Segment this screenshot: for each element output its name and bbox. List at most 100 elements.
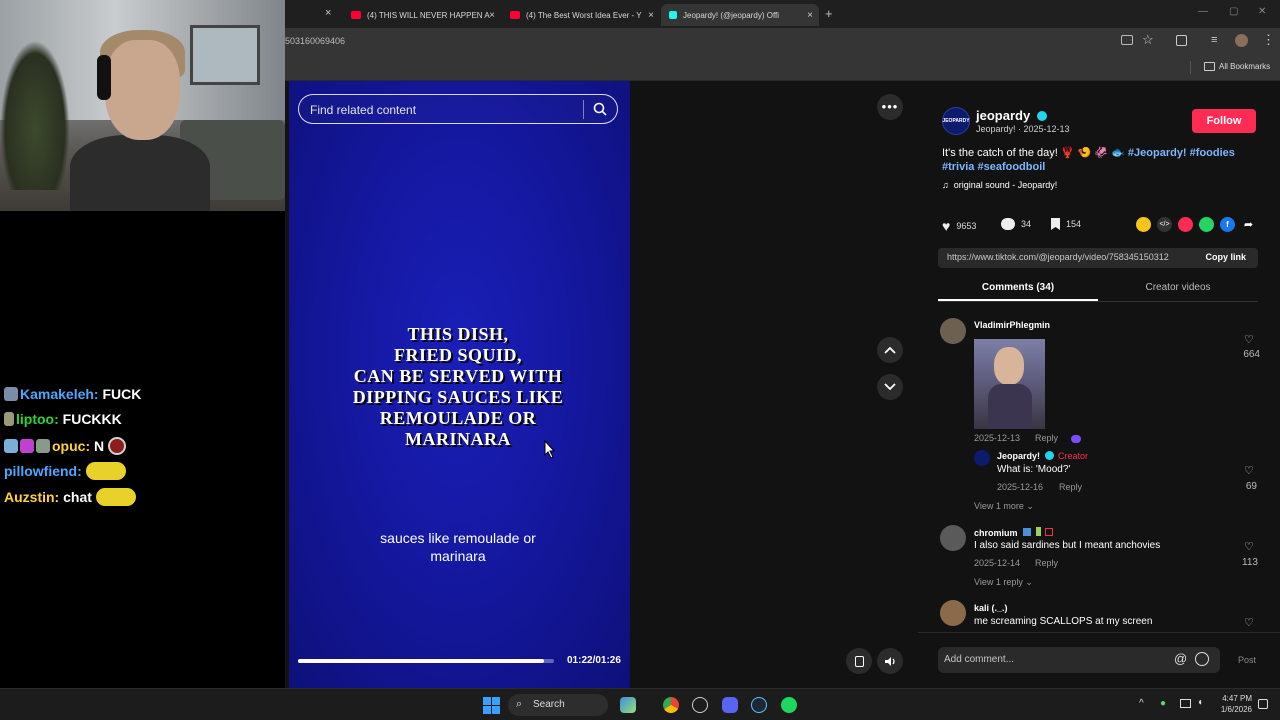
comment-gif-image[interactable] [974, 339, 1045, 429]
discord-icon[interactable] [722, 697, 738, 713]
chat-username[interactable]: pillowfiend: [4, 463, 82, 479]
chrome-icon[interactable] [663, 697, 679, 713]
next-video-button[interactable] [877, 374, 903, 400]
bookmark-icon[interactable] [1051, 218, 1060, 230]
author-avatar[interactable]: JEOPARDY [942, 107, 970, 135]
all-bookmarks-link[interactable]: All Bookmarks [1219, 62, 1270, 71]
windows-start-icon[interactable] [483, 697, 500, 714]
hashtag-link[interactable]: #Jeopardy! [1128, 147, 1187, 159]
view-more-text[interactable]: View 1 more [974, 501, 1024, 511]
taskbar-time[interactable]: 4:47 PM [1218, 694, 1252, 703]
tab-youtube-2[interactable]: (4) The Best Worst Idea Ever - Y × [502, 4, 660, 26]
tab-tiktok-active[interactable]: Jeopardy! (@jeopardy) Offi × [661, 4, 819, 26]
microphone-icon[interactable]: ● [1160, 698, 1166, 709]
speaker-icon[interactable]: ◖ [1197, 697, 1203, 708]
tab-creator-videos[interactable]: Creator videos [1098, 282, 1258, 293]
notification-icon[interactable] [1258, 699, 1268, 709]
close-window-button[interactable]: ✕ [1258, 6, 1266, 17]
volume-button[interactable] [877, 648, 903, 674]
taskbar-search[interactable]: ⌕ Search [508, 694, 608, 716]
coin-icon[interactable] [1136, 217, 1151, 232]
creator-reply-name[interactable]: Jeopardy! Creator [997, 451, 1088, 461]
heart-icon[interactable]: ♥ [942, 218, 950, 234]
repost-icon[interactable] [1178, 217, 1193, 232]
video-link-text[interactable]: https://www.tiktok.com/@jeopardy/video/7… [947, 252, 1193, 262]
commenter-avatar[interactable] [940, 525, 966, 551]
video-progress-bar[interactable] [298, 659, 554, 663]
share-arrow-icon[interactable]: ➦ [1241, 217, 1256, 232]
profile-avatar[interactable] [1235, 34, 1248, 47]
chat-username[interactable]: liptoo: [16, 411, 59, 427]
mention-icon[interactable]: @ [1174, 651, 1187, 666]
more-options-button[interactable]: ••• [877, 94, 903, 120]
author-username[interactable]: jeopardy [976, 108, 1047, 123]
comment-bubble-icon[interactable] [1001, 218, 1015, 230]
view-more-replies[interactable]: View 1 more ⌄ [974, 501, 1034, 512]
like-stat[interactable]: ♥ 9653 [942, 218, 976, 234]
reply-button[interactable]: Reply [1035, 433, 1058, 443]
find-related-search[interactable]: Find related content [298, 94, 618, 124]
minimize-button[interactable]: — [1198, 6, 1208, 17]
comment-stat[interactable]: 34 [1001, 218, 1031, 230]
tab-comments[interactable]: Comments (34) [938, 282, 1098, 293]
reply-button[interactable]: Reply [1035, 558, 1058, 568]
extensions-icon[interactable] [1176, 35, 1187, 46]
add-comment-field[interactable]: Add comment... @ [938, 647, 1220, 673]
commenter-name[interactable]: VladimirPhlegmin [974, 320, 1050, 330]
new-tab-button[interactable]: + [825, 6, 833, 21]
address-bar[interactable]: 503160069406 ☆ ≡ ⋮ [285, 28, 1280, 55]
embed-icon[interactable]: </> [1157, 217, 1172, 232]
tab-close-icon[interactable]: × [325, 7, 331, 19]
pip-button[interactable] [846, 648, 872, 674]
follow-button[interactable]: Follow [1192, 109, 1256, 133]
taskbar-search-label[interactable]: Search [533, 699, 565, 710]
tray-chevron-up-icon[interactable]: ^ [1139, 698, 1144, 709]
tab-youtube-1[interactable]: (4) THIS WILL NEVER HAPPEN A × [343, 4, 501, 26]
hashtag-link[interactable]: #foodies [1190, 147, 1235, 159]
reply-button[interactable]: Reply [1059, 482, 1082, 492]
search-input[interactable]: Find related content [310, 103, 416, 117]
url-text[interactable]: 503160069406 [285, 36, 345, 46]
emoji-icon[interactable] [1195, 652, 1209, 666]
tab-close-icon[interactable]: × [648, 10, 654, 21]
network-icon[interactable] [1180, 699, 1191, 708]
steam-icon[interactable] [751, 697, 767, 713]
save-stat[interactable]: 154 [1051, 218, 1081, 230]
media-controls-icon[interactable]: ≡ [1211, 34, 1217, 46]
commenter-avatar[interactable] [940, 318, 966, 344]
comment-like-icon[interactable]: ♡ [1244, 333, 1254, 346]
obs-icon[interactable] [692, 697, 708, 713]
copy-link-button[interactable]: Copy link [1205, 252, 1246, 262]
whatsapp-icon[interactable] [1199, 217, 1214, 232]
previous-video-button[interactable] [877, 337, 903, 363]
chat-username[interactable]: Kamakeleh: [20, 386, 99, 402]
bookmark-star-icon[interactable]: ☆ [1142, 32, 1154, 48]
view-replies-text[interactable]: View 1 reply [974, 577, 1023, 587]
comment-like-icon[interactable]: ♡ [1244, 616, 1254, 629]
commenter-name[interactable]: kali (._.) [974, 603, 1008, 613]
chat-username[interactable]: opuc: [52, 438, 90, 454]
maximize-button[interactable]: ▢ [1229, 6, 1238, 17]
tab-close-icon[interactable]: × [489, 10, 495, 21]
search-icon[interactable] [593, 102, 607, 116]
username-text[interactable]: jeopardy [976, 108, 1030, 123]
spotify-icon[interactable] [781, 697, 797, 713]
menu-kebab-icon[interactable]: ⋮ [1262, 32, 1275, 48]
comment-like-icon[interactable]: ♡ [1244, 540, 1254, 553]
post-comment-button[interactable]: Post [1238, 655, 1256, 665]
sound-text[interactable]: original sound - Jeopardy! [954, 180, 1058, 190]
commenter-name[interactable]: chromium [974, 527, 1054, 538]
cast-icon[interactable] [1121, 35, 1133, 45]
comment-input[interactable]: Add comment... [944, 654, 1014, 665]
tab-close-icon[interactable]: × [807, 10, 813, 21]
hashtag-link[interactable]: #seafoodboil [977, 161, 1045, 173]
widgets-icon[interactable] [620, 697, 636, 713]
taskbar-date[interactable]: 1/6/2026 [1212, 705, 1252, 714]
commenter-name-text[interactable]: chromium [974, 528, 1018, 538]
reply-author[interactable]: Jeopardy! [997, 451, 1040, 461]
facebook-icon[interactable]: f [1220, 217, 1235, 232]
view-replies[interactable]: View 1 reply ⌄ [974, 577, 1033, 588]
commenter-avatar[interactable] [940, 600, 966, 626]
comment-like-icon[interactable]: ♡ [1244, 464, 1254, 477]
sound-link[interactable]: ♫ original sound - Jeopardy! [942, 180, 1057, 190]
